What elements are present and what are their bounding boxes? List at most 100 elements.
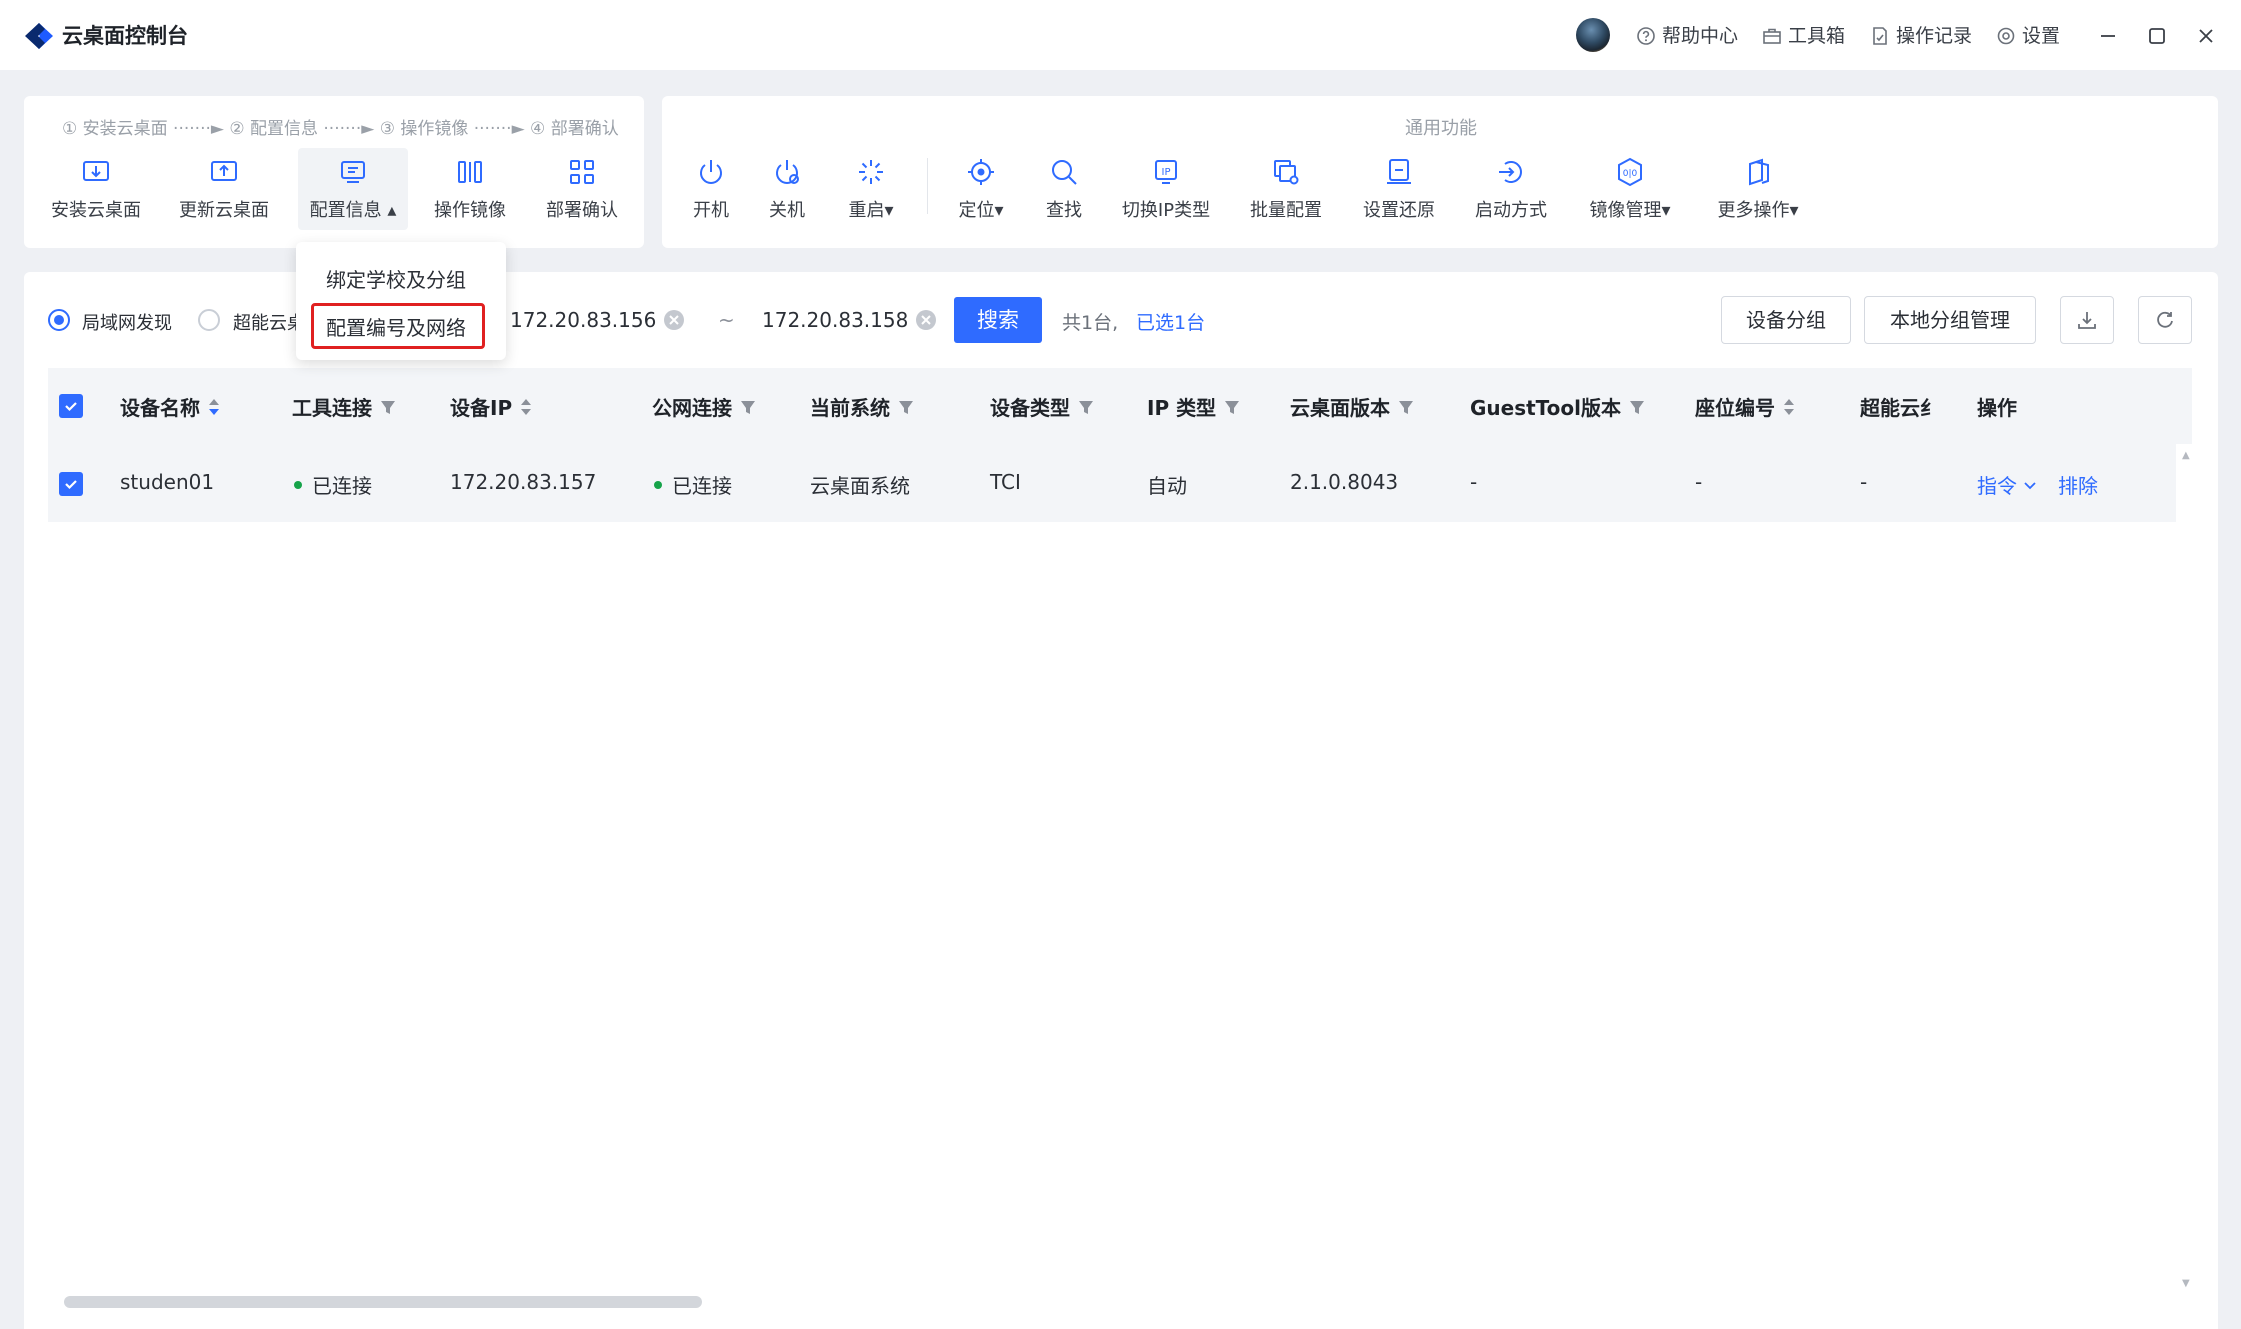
local-group-manage-button[interactable]: 本地分组管理 <box>1864 296 2036 344</box>
tool-label: 重启▾ <box>848 200 894 221</box>
avatar[interactable] <box>1576 18 1610 52</box>
menu-item-bind-school[interactable]: 绑定学校及分组 <box>326 264 466 293</box>
toolbox-button[interactable]: 工具箱 <box>1762 20 1845 52</box>
help-icon <box>1637 27 1655 45</box>
exclude-link[interactable]: 排除 <box>2058 470 2098 499</box>
batch-config-tool[interactable]: 批量配置 <box>1226 156 1346 222</box>
help-center-label: 帮助中心 <box>1662 25 1739 47</box>
install-icon <box>83 161 109 181</box>
app-title: 云桌面控制台 <box>62 24 188 48</box>
settings-label: 设置 <box>2022 25 2061 47</box>
cell-tool-conn: 已连接 <box>294 470 372 499</box>
check-icon <box>65 480 77 490</box>
tool-label: 启动方式 <box>1475 200 1547 221</box>
update-icon <box>211 161 237 181</box>
col-actions: 操作 <box>1977 396 2017 420</box>
col-guesttool-version[interactable]: GuestTool版本 <box>1470 392 1645 421</box>
svg-text:0|0: 0|0 <box>1623 169 1638 179</box>
boot-mode-tool[interactable]: 启动方式 <box>1451 156 1571 222</box>
cell-ip-type: 自动 <box>1147 474 1187 498</box>
col-seat-number[interactable]: 座位编号 <box>1695 392 1795 421</box>
download-button[interactable] <box>2060 296 2114 344</box>
maximize-button[interactable] <box>2141 20 2173 52</box>
scroll-down-arrow-icon[interactable]: ▼ <box>2182 1278 2190 1289</box>
tool-label: 配置信息 ▴ <box>309 200 397 221</box>
filter-icon <box>899 400 913 414</box>
tool-label: 切换IP类型 <box>1121 200 1211 221</box>
col-current-system[interactable]: 当前系统 <box>810 392 914 421</box>
col-public-conn[interactable]: 公网连接 <box>652 392 756 421</box>
switch-ip-tool[interactable]: IP 切换IP类型 <box>1106 156 1226 222</box>
status-dot <box>294 480 302 489</box>
status-dot <box>654 480 662 489</box>
row-checkbox[interactable] <box>59 472 83 496</box>
cell-device-name: studen01 <box>120 470 215 494</box>
select-all-checkbox[interactable] <box>59 394 83 418</box>
config-info-tool[interactable]: 配置信息 ▴ <box>298 148 408 230</box>
oplog-button[interactable]: 操作记录 <box>1870 20 1972 52</box>
close-button[interactable] <box>2190 20 2222 52</box>
cell-super-cloud: - <box>1860 470 1868 494</box>
search-icon <box>1052 160 1077 185</box>
cell-current-system: 云桌面系统 <box>810 474 910 498</box>
power-icon <box>700 160 722 184</box>
deploy-confirm-tool[interactable]: 部署确认 <box>522 156 642 222</box>
col-ip-type[interactable]: IP 类型 <box>1147 392 1240 421</box>
app-logo-icon <box>25 23 53 49</box>
refresh-button[interactable] <box>2138 296 2192 344</box>
tool-label: 设置还原 <box>1363 200 1435 221</box>
clear-icon[interactable] <box>662 308 686 332</box>
install-desktop-tool[interactable]: 安装云桌面 <box>36 156 156 222</box>
filter-icon <box>1630 400 1645 414</box>
scroll-up-arrow-icon[interactable]: ▲ <box>2182 450 2190 461</box>
cell-public-conn: 已连接 <box>654 470 732 499</box>
horizontal-scrollbar[interactable] <box>64 1296 702 1308</box>
minimize-button[interactable] <box>2092 20 2124 52</box>
col-tool-conn[interactable]: 工具连接 <box>292 392 396 421</box>
settings-button[interactable]: 设置 <box>1996 20 2060 52</box>
restore-icon <box>1387 159 1411 184</box>
command-dropdown-link[interactable]: 指令 <box>1977 470 2037 499</box>
col-device-name[interactable]: 设备名称 <box>120 392 220 421</box>
tool-label: 查找 <box>1046 200 1082 221</box>
more-ops-tool[interactable]: 更多操作▾ <box>1698 156 1818 222</box>
tool-label: 开机 <box>693 200 729 221</box>
help-center-button[interactable]: 帮助中心 <box>1636 20 1738 52</box>
col-super-cloud[interactable]: 超能云纟 <box>1860 392 1940 421</box>
ip-icon: IP <box>1155 160 1177 184</box>
reset-settings-tool[interactable]: 设置还原 <box>1339 156 1459 222</box>
filter-icon <box>381 400 395 414</box>
cell-device-type: TCI <box>990 470 1021 494</box>
oplog-label: 操作记录 <box>1896 25 1973 47</box>
super-cloud-radio[interactable] <box>198 309 220 331</box>
col-desktop-version[interactable]: 云桌面版本 <box>1290 392 1414 421</box>
update-desktop-tool[interactable]: 更新云桌面 <box>164 156 284 222</box>
restart-tool[interactable]: 重启▾ <box>811 156 931 222</box>
config-icon <box>341 161 365 183</box>
refresh-icon <box>2157 311 2173 328</box>
operate-image-tool[interactable]: 操作镜像 <box>410 156 530 222</box>
device-group-button[interactable]: 设备分组 <box>1721 296 1851 344</box>
lan-discovery-radio[interactable] <box>48 309 70 331</box>
ip-from-input[interactable]: 172.20.83.156 <box>510 308 656 332</box>
highlight-box <box>311 303 485 349</box>
svg-text:IP: IP <box>1162 167 1171 178</box>
wizard-steps: ① 安装云桌面 ·······► ② 配置信息 ·······► ③ 操作镜像 … <box>62 119 619 139</box>
cell-desktop-version: 2.1.0.8043 <box>1290 470 1399 494</box>
search-button[interactable]: 搜索 <box>954 297 1042 343</box>
col-device-ip[interactable]: 设备IP <box>450 392 532 421</box>
cell-seat-number: - <box>1695 470 1703 494</box>
log-icon <box>1873 27 1887 45</box>
col-device-type[interactable]: 设备类型 <box>990 392 1094 421</box>
gear-icon <box>1997 27 2015 45</box>
selected-count[interactable]: 已选1台 <box>1136 308 1205 335</box>
tool-label: 定位▾ <box>958 200 1004 221</box>
download-icon <box>2078 312 2096 329</box>
image-manage-tool[interactable]: 0|0 镜像管理▾ <box>1570 156 1690 222</box>
super-cloud-label: 超能云桌 <box>233 313 305 334</box>
ip-to-input[interactable]: 172.20.83.158 <box>762 308 908 332</box>
shutdown-icon <box>776 160 799 184</box>
batch-config-icon <box>1274 160 1299 185</box>
filter-icon <box>741 400 755 414</box>
clear-icon[interactable] <box>914 308 938 332</box>
